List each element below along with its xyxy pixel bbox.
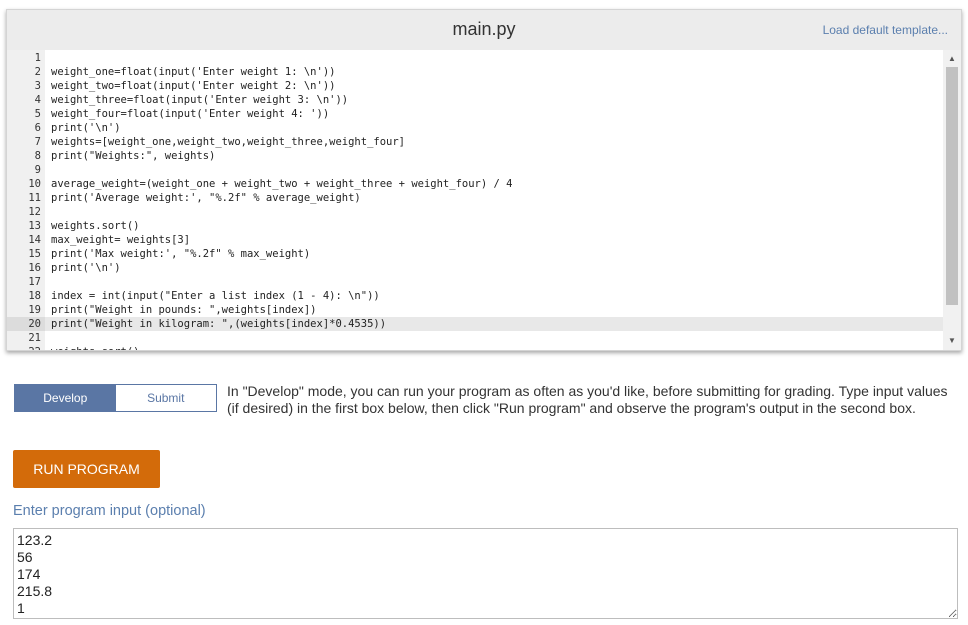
code-line[interactable]: index = int(input("Enter a list index (1… [45, 289, 943, 303]
line-number: 15 [28, 248, 41, 260]
line-number: 1 [34, 52, 41, 64]
line-number: 4 [34, 94, 41, 106]
code-line[interactable] [45, 205, 943, 219]
line-number: 11 [28, 192, 41, 204]
line-number: 9 [34, 164, 41, 176]
line-number: 3 [34, 80, 41, 92]
code-line[interactable] [45, 275, 943, 289]
line-number: 8 [34, 150, 41, 162]
line-number-gutter: 12345678910111213141516171819202122 [7, 50, 45, 350]
line-number: 19 [28, 304, 41, 316]
editor-header: main.py Load default template... [7, 10, 961, 50]
line-number: 22 [7, 345, 45, 350]
submit-mode-button[interactable]: Submit [115, 385, 216, 411]
code-editor: main.py Load default template... 1234567… [6, 9, 962, 351]
code-line[interactable]: print("Weight in kilogram: ",(weights[in… [45, 317, 943, 331]
code-line[interactable]: weight_two=float(input('Enter weight 2: … [45, 79, 943, 93]
line-number: 5 [34, 108, 41, 120]
code-line[interactable]: weight_three=float(input('Enter weight 3… [45, 93, 943, 107]
editor-scrollbar[interactable]: ▲ ▼ [943, 50, 961, 350]
scroll-thumb[interactable] [946, 67, 958, 305]
code-line[interactable]: weight_one=float(input('Enter weight 1: … [45, 65, 943, 79]
code-line[interactable]: print("Weights:", weights) [45, 149, 943, 163]
code-line[interactable]: weights.sort() [45, 219, 943, 233]
mode-toggle: Develop Submit [14, 384, 217, 412]
program-input-field[interactable]: 123.2 56 174 215.8 1 [13, 528, 958, 619]
code-line[interactable]: weights=[weight_one,weight_two,weight_th… [45, 135, 943, 149]
line-number: 10 [28, 178, 41, 190]
code-text-area[interactable]: weight_one=float(input('Enter weight 1: … [45, 50, 943, 350]
line-number: 14 [28, 234, 41, 246]
line-number: 18 [28, 290, 41, 302]
code-line[interactable]: print('\n') [45, 261, 943, 275]
develop-mode-button[interactable]: Develop [15, 385, 116, 411]
line-number: 12 [28, 206, 41, 218]
line-number: 13 [28, 220, 41, 232]
code-line[interactable]: average_weight=(weight_one + weight_two … [45, 177, 943, 191]
code-line[interactable]: print('\n') [45, 121, 943, 135]
line-number: 20 [7, 317, 45, 331]
mode-description: In "Develop" mode, you can run your prog… [227, 383, 948, 416]
code-line[interactable]: print("Weight in pounds: ",weights[index… [45, 303, 943, 317]
code-line[interactable] [45, 331, 943, 345]
code-line[interactable]: print('Average weight:', "%.2f" % averag… [45, 191, 943, 205]
line-number: 21 [28, 332, 41, 344]
line-number: 17 [28, 276, 41, 288]
line-number: 6 [34, 122, 41, 134]
code-line[interactable]: weights.sort() [45, 345, 943, 350]
run-program-button[interactable]: RUN PROGRAM [13, 450, 160, 488]
load-default-template-link[interactable]: Load default template... [823, 23, 948, 37]
scroll-up-arrow-icon[interactable]: ▲ [943, 52, 961, 66]
line-number: 16 [28, 262, 41, 274]
line-number: 7 [34, 136, 41, 148]
code-line[interactable]: max_weight= weights[3] [45, 233, 943, 247]
code-line[interactable] [45, 51, 943, 65]
scroll-down-arrow-icon[interactable]: ▼ [943, 334, 961, 348]
file-title: main.py [452, 19, 516, 39]
code-line[interactable]: weight_four=float(input('Enter weight 4:… [45, 107, 943, 121]
program-input-label: Enter program input (optional) [13, 503, 206, 519]
code-line[interactable] [45, 163, 943, 177]
line-number: 2 [34, 66, 41, 78]
code-line[interactable]: print('Max weight:', "%.2f" % max_weight… [45, 247, 943, 261]
